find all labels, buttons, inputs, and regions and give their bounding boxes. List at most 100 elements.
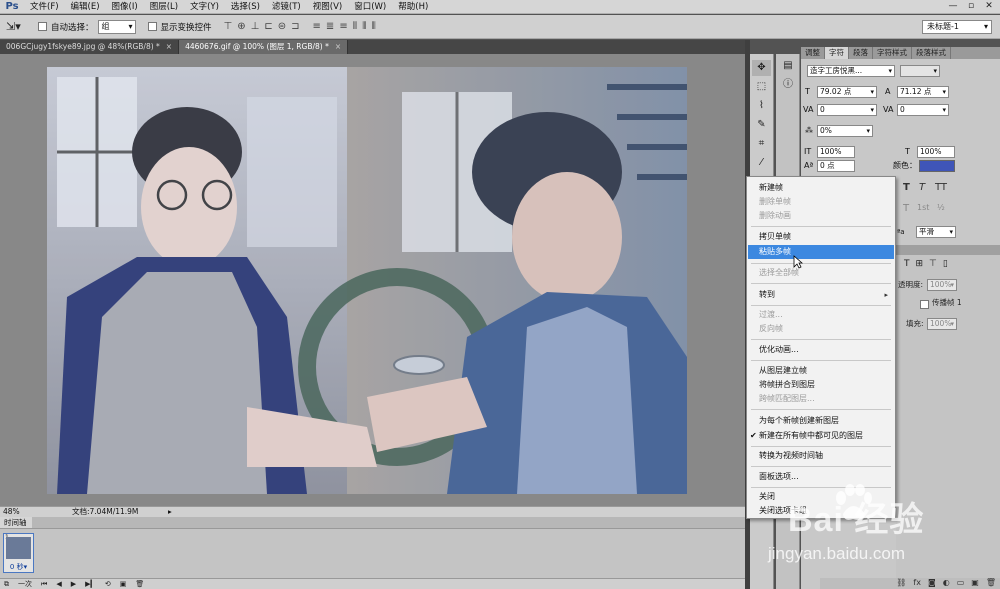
menu-make-frames-from-layers[interactable]: 从图层建立帧 bbox=[748, 364, 894, 378]
menu-match-layer[interactable]: 跨帧匹配图层... bbox=[748, 392, 894, 406]
menu-select-all-frames[interactable]: 选择全部帧 bbox=[748, 266, 894, 280]
duplicate-frame-icon[interactable]: ▣ bbox=[120, 580, 127, 588]
distribute-bottom-icon[interactable]: ≡ bbox=[339, 21, 347, 32]
fill-field[interactable]: 100% bbox=[927, 318, 957, 330]
propagate-frame-checkbox[interactable] bbox=[920, 300, 929, 309]
font-family-select[interactable]: 造字工房悦黑... bbox=[807, 65, 895, 77]
menu-new-frame[interactable]: 新建帧 bbox=[748, 181, 894, 195]
workspace-dropdown[interactable]: 未标题-1 bbox=[922, 20, 992, 34]
menu-go-to[interactable]: 转到 ▸ bbox=[748, 288, 894, 302]
close-tab-icon[interactable]: × bbox=[166, 42, 172, 51]
kerning-field[interactable]: 0 bbox=[817, 104, 877, 116]
underline-icon[interactable]: T bbox=[903, 203, 909, 214]
animation-frame[interactable]: 1 0 秒▾ bbox=[3, 533, 34, 573]
distribute-left-icon[interactable]: ⦀ bbox=[353, 21, 357, 32]
opacity-field[interactable]: 100% bbox=[927, 279, 957, 291]
layer-filter-icons[interactable]: T⊞⊤▯ bbox=[904, 258, 954, 270]
close-tab-icon[interactable]: × bbox=[335, 42, 341, 51]
menu-help[interactable]: 帮助(H) bbox=[392, 0, 434, 14]
tracking-field[interactable]: 0 bbox=[897, 104, 949, 116]
zoom-level[interactable]: 48% bbox=[3, 507, 20, 517]
delete-frame-icon[interactable]: 🗑 bbox=[135, 580, 144, 588]
vertical-scale-field[interactable]: 100% bbox=[817, 146, 855, 158]
leading-field[interactable]: 71.12 点 bbox=[897, 86, 949, 98]
menu-flatten-frames[interactable]: 将帧拼合到图层 bbox=[748, 378, 894, 392]
convert-icon[interactable]: ⧉ bbox=[4, 580, 9, 589]
next-frame-icon[interactable]: ▶▎ bbox=[85, 580, 96, 588]
prev-frame-icon[interactable]: ◀ bbox=[56, 580, 61, 588]
align-vcenter-icon[interactable]: ⊕ bbox=[237, 21, 245, 32]
crop-tool-icon[interactable]: ⌗ bbox=[752, 136, 771, 152]
close-icon[interactable]: ✕ bbox=[982, 1, 996, 12]
distribute-top-icon[interactable]: ≡ bbox=[313, 21, 321, 32]
align-bottom-icon[interactable]: ⊥ bbox=[251, 21, 260, 32]
font-size-field[interactable]: 79.02 点 bbox=[817, 86, 877, 98]
align-hcenter-icon[interactable]: ⊜ bbox=[278, 21, 286, 32]
distribute-right-icon[interactable]: ⦀ bbox=[372, 21, 376, 32]
auto-select-dropdown[interactable]: 组 bbox=[97, 19, 136, 34]
tab-paragraph-styles[interactable]: 段落样式 bbox=[912, 47, 951, 59]
minimize-icon[interactable]: — bbox=[946, 1, 960, 12]
eyedropper-tool-icon[interactable]: ⁄ bbox=[752, 155, 771, 171]
menu-edit[interactable]: 编辑(E) bbox=[65, 0, 106, 14]
maximize-icon[interactable]: ▫ bbox=[964, 1, 978, 12]
menu-delete-animation[interactable]: 删除动画 bbox=[748, 209, 894, 223]
menu-reverse-frames[interactable]: 反向帧 bbox=[748, 322, 894, 336]
tab-document-gif[interactable]: 4460676.gif @ 100% (图层 1, RGB/8) * × bbox=[179, 40, 349, 54]
font-style-select[interactable] bbox=[900, 65, 940, 77]
auto-select-checkbox[interactable] bbox=[38, 22, 47, 31]
antialias-select[interactable]: 平滑 bbox=[916, 226, 956, 238]
marquee-tool-icon[interactable]: ⬚ bbox=[752, 79, 771, 95]
menu-layer[interactable]: 图层(L) bbox=[144, 0, 184, 14]
show-transform-checkbox[interactable] bbox=[147, 22, 157, 31]
align-right-icon[interactable]: ⊐ bbox=[291, 21, 299, 32]
menu-copy-frame[interactable]: 拷贝单帧 bbox=[748, 230, 894, 244]
distribute-hcenter-icon[interactable]: ⦀ bbox=[362, 21, 366, 32]
frame-delay[interactable]: 0 秒▾ bbox=[4, 562, 33, 572]
distribute-vcenter-icon[interactable]: ≣ bbox=[326, 21, 334, 32]
tab-character-styles[interactable]: 字符样式 bbox=[873, 47, 912, 59]
menu-convert-video-timeline[interactable]: 转换为视频时间轴 bbox=[748, 449, 894, 463]
menu-new-layer-each-frame[interactable]: 为每个新帧创建新图层 bbox=[748, 414, 894, 428]
lasso-tool-icon[interactable]: ⌇ bbox=[752, 98, 771, 114]
menu-delete-frame[interactable]: 删除单帧 bbox=[748, 195, 894, 209]
first-frame-icon[interactable]: ⏮ bbox=[41, 580, 47, 589]
canvas-area[interactable] bbox=[0, 54, 745, 506]
tab-paragraph[interactable]: 段落 bbox=[849, 47, 873, 59]
menu-new-layers-visible[interactable]: ✔ 新建在所有帧中都可见的图层 bbox=[748, 429, 894, 443]
menu-type[interactable]: 文字(Y) bbox=[184, 0, 225, 14]
tab-document-jpg[interactable]: 006GCjugy1fskye89.jpg @ 48%(RGB/8) * × bbox=[0, 40, 180, 54]
baseline-shift-field[interactable]: 0 点 bbox=[817, 160, 855, 172]
tab-adjustments[interactable]: 调整 bbox=[801, 47, 825, 59]
horizontal-scale-field[interactable]: 100% bbox=[917, 146, 955, 158]
timeline-tab[interactable]: 时间轴 bbox=[0, 517, 32, 528]
text-color-swatch[interactable] bbox=[919, 160, 955, 172]
play-icon[interactable]: ▶ bbox=[71, 580, 76, 588]
loop-dropdown[interactable]: 一次 bbox=[18, 579, 32, 589]
menu-optimize-animation[interactable]: 优化动画... bbox=[748, 343, 894, 357]
menu-paste-frames[interactable]: 粘贴多帧 bbox=[748, 245, 894, 259]
tween-icon[interactable]: ⟲ bbox=[105, 580, 111, 588]
move-tool-preset-icon[interactable]: ⇲▾ bbox=[6, 18, 34, 36]
info-icon[interactable]: ⓘ bbox=[780, 78, 796, 92]
document-image[interactable] bbox=[47, 67, 687, 494]
quick-select-icon[interactable]: ✎ bbox=[752, 117, 771, 133]
menu-file[interactable]: 文件(F) bbox=[24, 0, 65, 14]
align-top-icon[interactable]: ⊤ bbox=[224, 21, 233, 32]
history-icon[interactable]: ▤ bbox=[780, 59, 796, 73]
tab-character[interactable]: 字符 bbox=[825, 47, 849, 59]
status-arrow-icon[interactable]: ▸ bbox=[168, 507, 172, 517]
faux-italic-icon[interactable]: T bbox=[919, 182, 925, 193]
tsume-field[interactable]: 0% bbox=[817, 125, 873, 137]
menu-select[interactable]: 选择(S) bbox=[225, 0, 266, 14]
menu-window[interactable]: 窗口(W) bbox=[348, 0, 392, 14]
all-caps-icon[interactable]: TT bbox=[935, 182, 947, 193]
faux-bold-icon[interactable]: T bbox=[903, 182, 910, 193]
fraction-icon[interactable]: ½ bbox=[937, 203, 945, 212]
move-tool-icon[interactable]: ✥ bbox=[752, 60, 771, 76]
align-left-icon[interactable]: ⊏ bbox=[264, 21, 272, 32]
menu-tween[interactable]: 过渡... bbox=[748, 308, 894, 322]
menu-view[interactable]: 视图(V) bbox=[307, 0, 348, 14]
menu-filter[interactable]: 滤镜(T) bbox=[266, 0, 307, 14]
superscript-icon[interactable]: 1st bbox=[917, 203, 929, 212]
